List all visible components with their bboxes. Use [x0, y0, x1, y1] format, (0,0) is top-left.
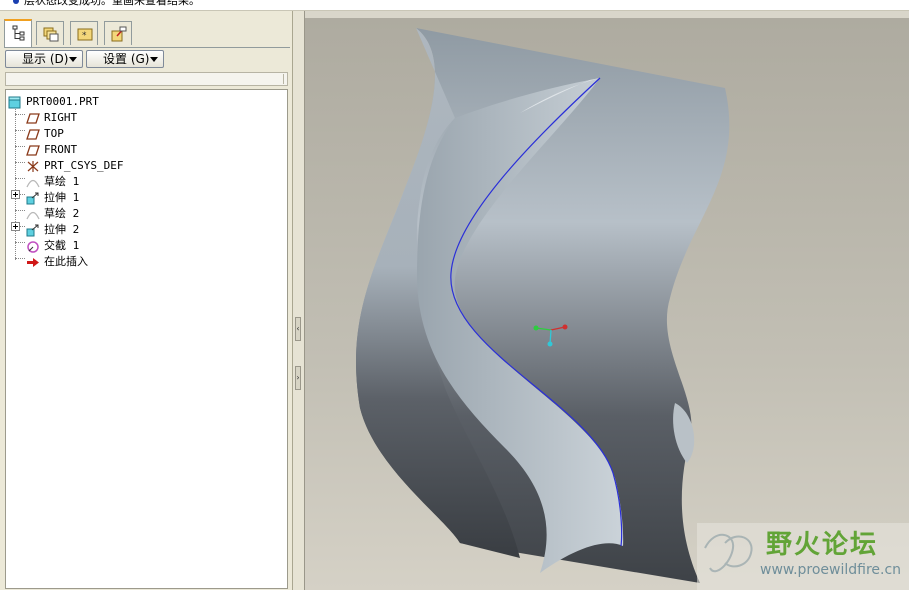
tree-item-label: FRONT	[44, 143, 78, 156]
part-icon	[8, 96, 21, 109]
tree-connector	[15, 162, 25, 163]
tab-model-tree[interactable]	[4, 19, 32, 47]
collapse-left-arrow-icon[interactable]: ‹	[295, 317, 301, 341]
folder-browser-icon	[43, 27, 59, 42]
chevron-down-icon	[150, 57, 158, 62]
tree-connector	[20, 226, 25, 227]
tree-item-label: 草绘 2	[44, 207, 80, 220]
datum-plane-icon	[26, 113, 40, 124]
navigator-tabs: *	[4, 19, 290, 47]
tree-connector	[15, 210, 25, 211]
message-bar: 层状态改变成功。重画来查看结果。	[0, 0, 909, 11]
tree-connector	[15, 258, 25, 259]
tree-item-label: PRT_CSYS_DEF	[44, 159, 124, 172]
show-button-label: 显示 (D)	[22, 52, 69, 66]
tab-divider	[4, 47, 290, 48]
connections-icon	[111, 26, 127, 42]
tree-connector	[15, 178, 25, 179]
coordinate-system-icon	[27, 161, 39, 172]
model-tree-icon	[12, 25, 25, 41]
panel-splitter[interactable]: ‹ ›	[293, 11, 305, 590]
datum-plane-icon	[26, 145, 40, 156]
tab-favorites[interactable]: *	[70, 21, 98, 45]
settings-dropdown-button[interactable]: 设置 (G)	[86, 50, 164, 68]
tree-connector	[15, 146, 25, 147]
sketch-icon	[26, 179, 40, 188]
favorites-icon: *	[77, 28, 93, 41]
model-surface-render	[356, 28, 909, 590]
expand-right-arrow-icon[interactable]: ›	[295, 366, 301, 390]
tab-connections[interactable]	[104, 21, 132, 45]
header-separator	[283, 74, 284, 84]
chevron-down-icon	[69, 57, 77, 62]
tree-connector	[15, 242, 25, 243]
tree-item-label: 草绘 1	[44, 175, 80, 188]
watermark-title: 野火论坛	[766, 530, 879, 560]
graphics-viewport[interactable]: 野火论坛 www.proewildfire.cn	[305, 18, 909, 590]
model-tree: PRT0001.PRT RIGHT TOP FRONT PRT_CSYS_DEF	[5, 89, 288, 589]
tree-item-label: 交截 1	[44, 239, 80, 252]
tree-item-label: PRT0001.PRT	[26, 95, 99, 108]
expand-toggle-extrude-1[interactable]	[11, 190, 20, 199]
tree-item-label: 拉伸 2	[44, 223, 80, 236]
extrude-icon	[26, 224, 39, 237]
tab-folder-browser[interactable]	[36, 21, 64, 45]
message-bullet-icon	[13, 0, 19, 4]
extrude-icon	[26, 192, 39, 205]
sketch-icon	[26, 211, 40, 220]
settings-button-label: 设置 (G)	[103, 52, 150, 66]
tree-connector	[15, 114, 25, 115]
show-dropdown-button[interactable]: 显示 (D)	[5, 50, 83, 68]
watermark-url: www.proewildfire.cn	[760, 562, 902, 578]
intersect-icon	[27, 241, 39, 253]
navigator-panel: * 显示 (D) 设置 (G) PRT0001.PRT RIGHT TOP FR…	[0, 11, 293, 590]
datum-plane-icon	[26, 129, 40, 140]
insert-here-arrow-icon	[27, 258, 39, 267]
expand-toggle-extrude-2[interactable]	[11, 222, 20, 231]
tree-item-label: 拉伸 1	[44, 191, 80, 204]
tree-item-label: RIGHT	[44, 111, 78, 124]
message-text: 层状态改变成功。重画来查看结果。	[24, 0, 200, 7]
tree-item-label: TOP	[44, 127, 64, 140]
tree-connector	[20, 194, 25, 195]
tree-header-bar[interactable]	[5, 72, 288, 86]
svg-text:*: *	[82, 31, 87, 41]
tree-item-label: 在此插入	[44, 255, 88, 268]
tree-connector	[15, 130, 25, 131]
